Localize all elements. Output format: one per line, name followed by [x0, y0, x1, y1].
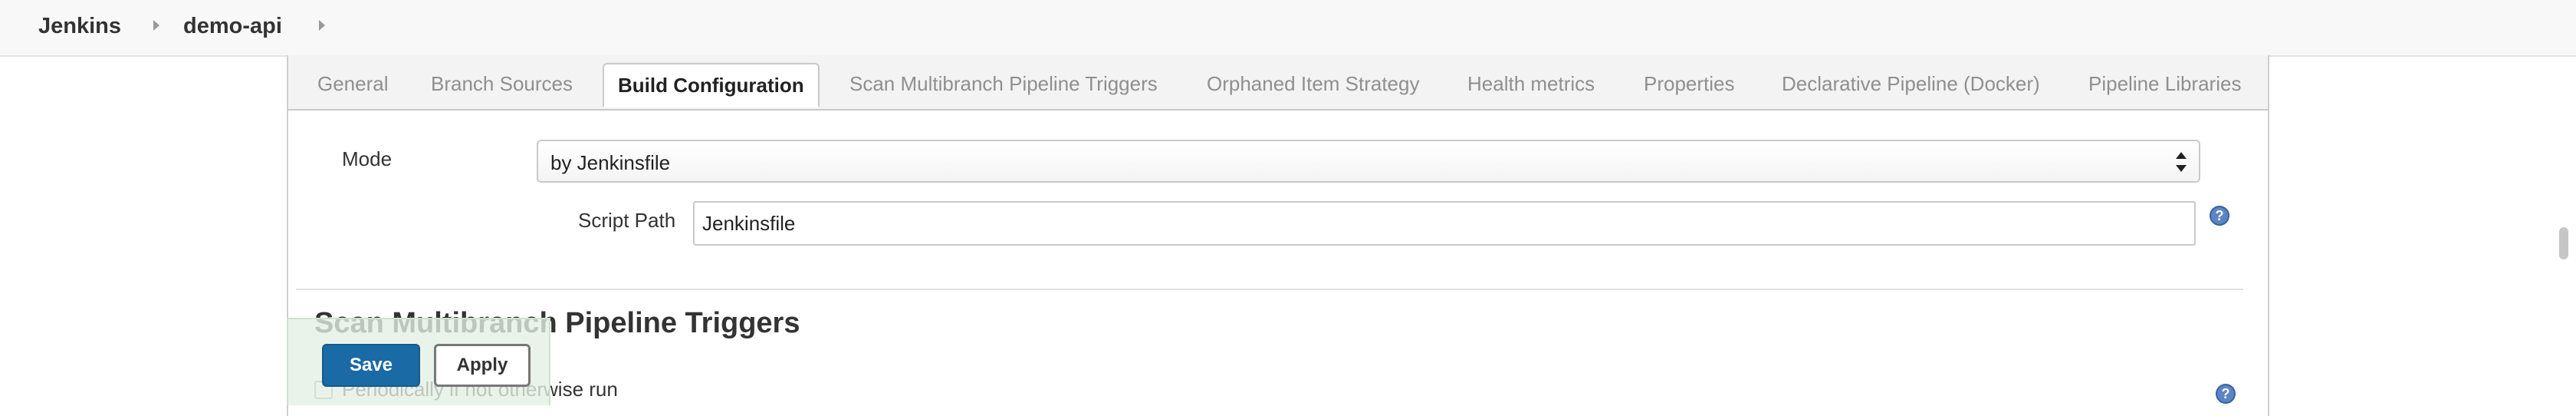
section-divider [296, 289, 2243, 290]
tab-declarative-pipeline-docker[interactable]: Declarative Pipeline (Docker) [1782, 72, 2040, 96]
config-tabbar: General Branch Sources Build Configurati… [288, 55, 2268, 111]
save-button[interactable]: Save [322, 344, 420, 387]
tab-pipeline-libraries[interactable]: Pipeline Libraries [2088, 72, 2241, 96]
breadcrumb-arrow-icon[interactable] [319, 20, 325, 31]
tab-properties[interactable]: Properties [1644, 72, 1735, 96]
mode-select-value: by Jenkinsfile [550, 151, 671, 174]
help-icon[interactable]: ? [2216, 384, 2236, 404]
script-path-label: Script Path [578, 209, 676, 232]
tab-branch-sources[interactable]: Branch Sources [431, 72, 573, 96]
mode-select[interactable]: by Jenkinsfile [537, 140, 2200, 183]
tab-health-metrics[interactable]: Health metrics [1467, 72, 1595, 96]
script-path-input[interactable] [695, 203, 2194, 244]
apply-button[interactable]: Apply [434, 344, 531, 387]
breadcrumb-item-demo-api[interactable]: demo-api [183, 14, 282, 39]
mode-label: Mode [342, 147, 393, 170]
breadcrumb: Jenkins demo-api [0, 0, 2576, 57]
tab-orphaned-item-strategy[interactable]: Orphaned Item Strategy [1207, 72, 1419, 96]
tab-general[interactable]: General [317, 72, 389, 96]
script-path-field[interactable] [693, 201, 2196, 246]
tab-build-configuration[interactable]: Build Configuration [603, 63, 820, 107]
breadcrumb-arrow-icon[interactable] [153, 20, 159, 31]
help-icon[interactable]: ? [2210, 206, 2229, 226]
page-scrollbar-thumb[interactable] [2559, 227, 2568, 259]
select-arrows-icon [2176, 150, 2187, 173]
breadcrumb-item-jenkins[interactable]: Jenkins [38, 14, 121, 39]
tab-scan-multibranch-pipeline-triggers[interactable]: Scan Multibranch Pipeline Triggers [849, 72, 1158, 96]
